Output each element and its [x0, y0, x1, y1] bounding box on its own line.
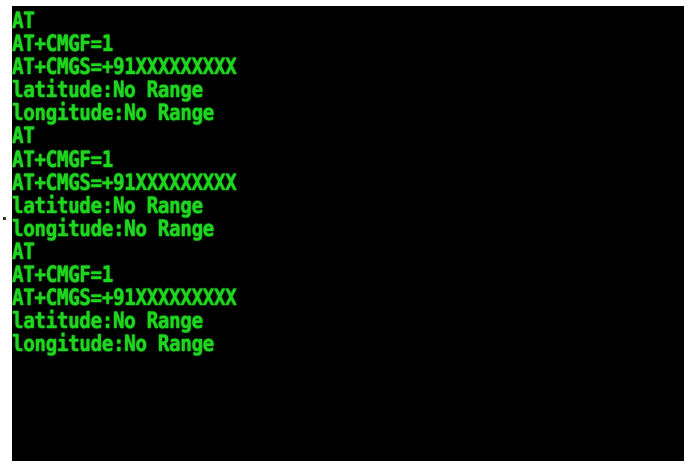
terminal-line-longitude: longitude:No Range	[12, 332, 214, 358]
terminal-line-cmgf: AT+CMGF=1	[12, 32, 113, 58]
terminal-line-at: AT	[12, 9, 35, 34]
terminal-line-longitude: longitude:No Range	[12, 216, 214, 242]
terminal-line-cmgs: AT+CMGS=+91XXXXXXXXX	[12, 170, 237, 196]
terminal-line-cmgs: AT+CMGS=+91XXXXXXXXX	[12, 286, 237, 312]
terminal-line-latitude: latitude:No Range	[12, 78, 203, 104]
terminal-line-at: AT	[12, 239, 35, 265]
terminal-line-latitude: latitude:No Range	[12, 193, 203, 219]
terminal-line-cmgf: AT+CMGF=1	[12, 263, 113, 289]
terminal-line-at: AT	[12, 124, 35, 150]
screenshot-frame: AT AT+CMGF=1 AT+CMGS=+91XXXXXXXXX latitu…	[0, 0, 690, 468]
terminal-line-cmgf: AT+CMGF=1	[12, 147, 113, 173]
terminal-output: AT AT+CMGF=1 AT+CMGS=+91XXXXXXXXX latitu…	[12, 9, 267, 358]
serial-terminal-window[interactable]: AT AT+CMGF=1 AT+CMGS=+91XXXXXXXXX latitu…	[12, 6, 684, 461]
terminal-line-cmgs: AT+CMGS=+91XXXXXXXXX	[12, 55, 237, 81]
terminal-line-longitude: longitude:No Range	[12, 101, 214, 127]
stray-dot	[3, 217, 6, 220]
terminal-line-latitude: latitude:No Range	[12, 309, 203, 335]
